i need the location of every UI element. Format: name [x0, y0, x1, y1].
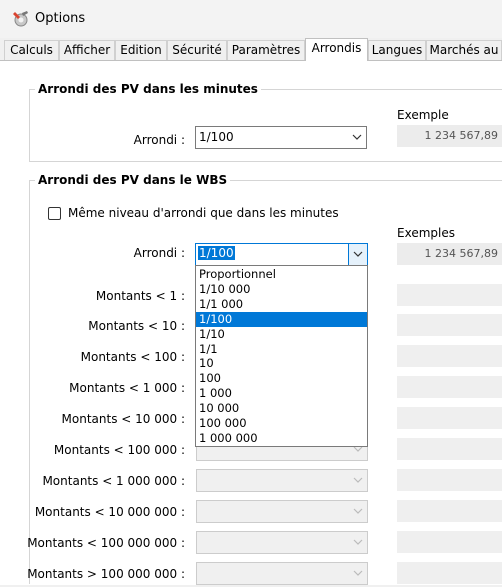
arrondi-wbs-value: 1/100 — [198, 246, 235, 260]
arrondi-dropdown-list[interactable]: Proportionnel 1/10 000 1/1 000 1/100 1/10 1/1… — [195, 265, 368, 447]
arrondi-wbs-select[interactable]: 1/100 — [195, 243, 368, 266]
montant-select[interactable] — [196, 562, 368, 585]
dropdown-option[interactable]: 100 — [196, 371, 367, 386]
montant-label: Montants < 100 000 : — [53, 443, 185, 457]
montant-example — [397, 438, 502, 460]
chevron-down-icon[interactable] — [349, 501, 367, 522]
example-value-minutes: 1 234 567,89 — [397, 125, 502, 147]
montant-example — [397, 345, 502, 367]
dropdown-option[interactable]: 100 000 — [196, 416, 367, 431]
montant-example — [397, 531, 502, 553]
montant-label: Montants < 100 000 000 : — [27, 536, 185, 550]
tab-edition[interactable]: Edition — [115, 40, 167, 60]
dropdown-option[interactable]: 1/10 — [196, 327, 367, 342]
tab-arrondis[interactable]: Arrondis — [305, 38, 368, 61]
tab-marches[interactable]: Marchés au — [426, 40, 502, 60]
dropdown-option[interactable]: 1/100 — [196, 311, 367, 327]
chevron-down-icon[interactable] — [348, 127, 366, 148]
chevron-down-icon[interactable] — [349, 532, 367, 553]
montant-select[interactable] — [196, 500, 368, 523]
montant-example — [397, 407, 502, 429]
tab-calculs[interactable]: Calculs — [4, 40, 59, 60]
window-title: Options — [35, 11, 86, 26]
dropdown-option[interactable]: 10 000 — [196, 401, 367, 416]
montant-label: Montants < 10 : — [88, 319, 185, 333]
dropdown-option[interactable]: 1 000 000 — [196, 431, 367, 446]
group-wbs-title: Arrondi des PV dans le WBS — [35, 173, 231, 187]
montant-example — [397, 284, 502, 306]
same-level-checkbox-label[interactable]: Même niveau d'arrondi que dans les minut… — [68, 206, 339, 220]
tab-strip: Calculs Afficher Edition Sécurité Paramè… — [0, 38, 502, 61]
montant-example — [397, 376, 502, 398]
group-minutes-title: Arrondi des PV dans les minutes — [35, 82, 261, 96]
montant-example — [397, 500, 502, 522]
montant-example — [397, 314, 502, 336]
montant-label: Montants < 1 000 : — [69, 381, 185, 395]
arrondi-label-wbs: Arrondi : — [133, 246, 185, 260]
arrondi-minutes-value: 1/100 — [199, 130, 234, 144]
montant-label: Montants < 100 : — [80, 350, 185, 364]
dropdown-option[interactable]: 1 000 — [196, 386, 367, 401]
dropdown-option[interactable]: Proportionnel — [196, 267, 367, 282]
montant-label: Montants < 1 000 000 : — [42, 474, 185, 488]
montant-label: Montants < 10 000 000 : — [34, 505, 185, 519]
dropdown-option[interactable]: 1/1 — [196, 342, 367, 357]
arrondi-label-minutes: Arrondi : — [133, 133, 185, 147]
example-header: Exemple — [397, 108, 449, 122]
dropdown-option[interactable]: 1/1 000 — [196, 297, 367, 312]
example-value-wbs: 1 234 567,89 — [397, 243, 502, 265]
tab-langues[interactable]: Langues — [368, 40, 426, 60]
tab-afficher[interactable]: Afficher — [59, 40, 115, 60]
examples-header: Exemples — [397, 226, 455, 240]
dropdown-option[interactable]: 10 — [196, 356, 367, 371]
montant-label: Montants > 100 000 000 : — [27, 567, 185, 581]
arrondi-minutes-select[interactable]: 1/100 — [195, 126, 367, 149]
montant-label: Montants < 1 : — [95, 289, 185, 303]
chevron-down-icon[interactable] — [349, 470, 367, 491]
montant-label: Montants < 10 000 : — [61, 412, 185, 426]
dropdown-option[interactable]: 1/10 000 — [196, 282, 367, 297]
montant-select[interactable] — [196, 531, 368, 554]
chevron-down-icon[interactable] — [349, 563, 367, 584]
montant-example — [397, 562, 502, 584]
tab-securite[interactable]: Sécurité — [167, 40, 227, 60]
montant-example — [397, 469, 502, 491]
chevron-down-icon[interactable] — [348, 244, 367, 265]
tab-parametres[interactable]: Paramètres — [227, 40, 305, 60]
same-level-checkbox[interactable] — [48, 207, 61, 220]
title-bar: Options — [0, 0, 502, 38]
montant-select[interactable] — [196, 469, 368, 492]
options-app-icon — [12, 10, 30, 28]
